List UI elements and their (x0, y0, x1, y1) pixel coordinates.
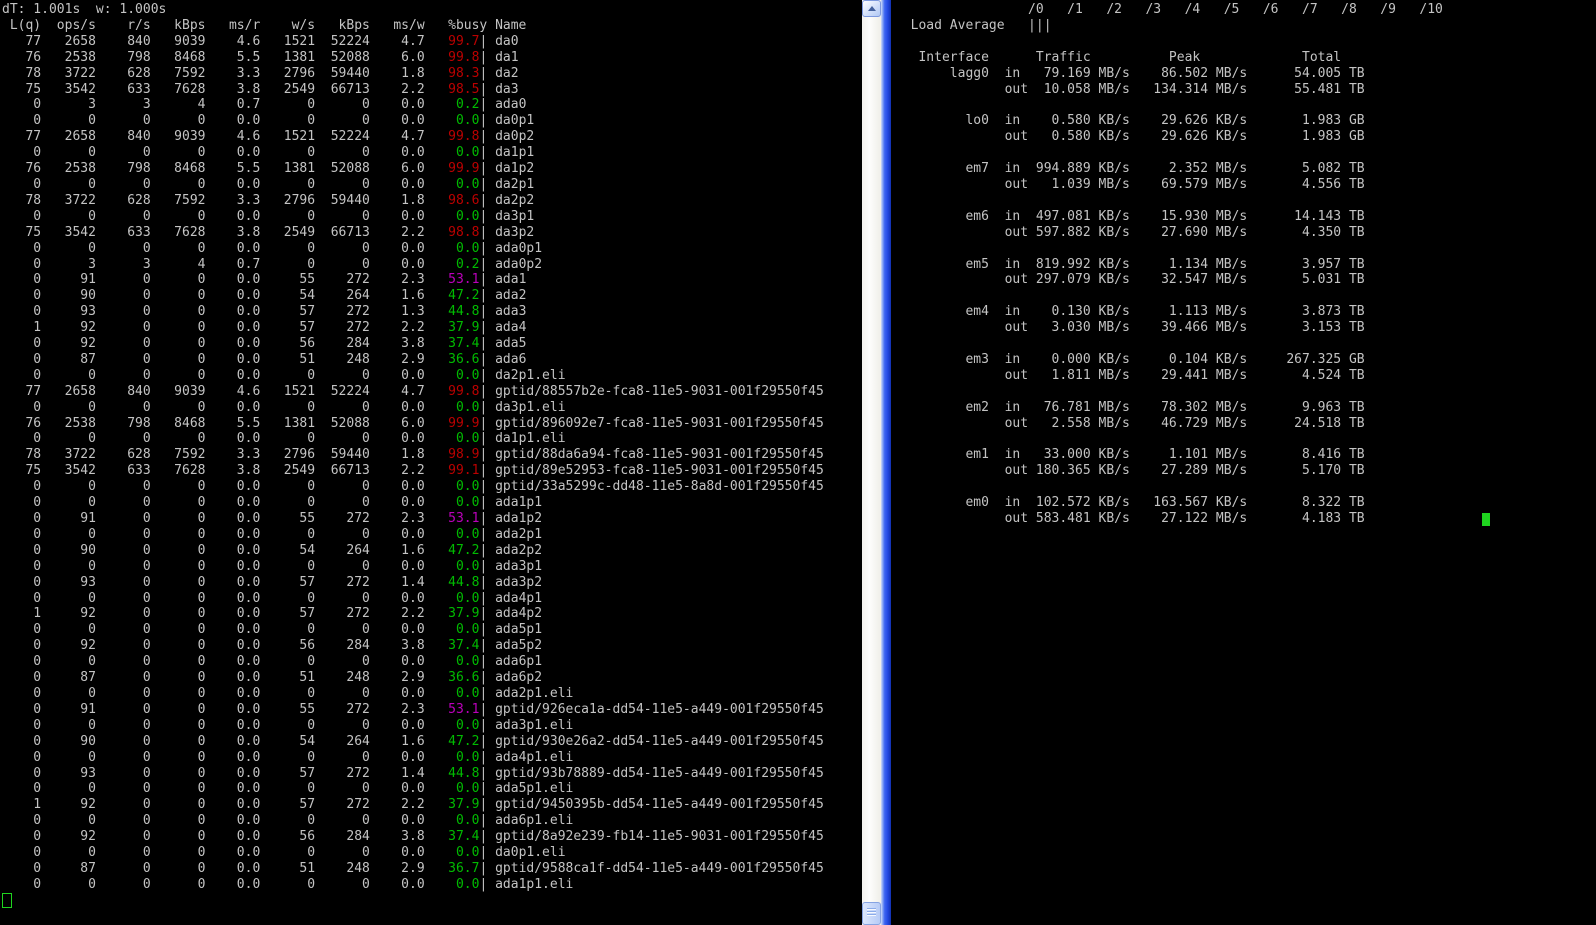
left-terminal-cursor (2, 892, 12, 908)
ifstat-output: /0 /1 /2 /3 /4 /5 /6 /7 /8 /9 /10 Load A… (891, 0, 1596, 527)
busy-value: 99.9 (424, 161, 480, 177)
busy-value: 0.0 (424, 685, 480, 701)
busy-value: 99.7 (424, 33, 480, 49)
busy-value: 36.6 (424, 351, 480, 367)
busy-value: 36.6 (424, 670, 480, 686)
busy-value: 0.0 (424, 495, 480, 511)
busy-value: 0.0 (424, 113, 480, 129)
busy-value: 0.0 (424, 526, 480, 542)
busy-value: 0.0 (424, 240, 480, 256)
left-terminal-scrollbar (862, 0, 881, 925)
busy-value: 37.4 (424, 638, 480, 654)
busy-value: 98.9 (424, 447, 480, 463)
busy-value: 0.0 (424, 845, 480, 861)
busy-value: 0.0 (424, 654, 480, 670)
chevron-up-icon (867, 6, 876, 11)
busy-value: 37.9 (424, 320, 480, 336)
right-terminal-cursor (1482, 513, 1490, 526)
busy-value: 37.4 (424, 829, 480, 845)
busy-value: 44.8 (424, 304, 480, 320)
busy-value: 98.8 (424, 224, 480, 240)
busy-value: 0.0 (424, 479, 480, 495)
busy-value: 37.4 (424, 336, 480, 352)
busy-value: 99.8 (424, 49, 480, 65)
busy-value: 0.0 (424, 781, 480, 797)
busy-value: 0.0 (424, 590, 480, 606)
busy-value: 0.0 (424, 399, 480, 415)
busy-value: 99.9 (424, 415, 480, 431)
desktop: dT: 1.001s w: 1.000s L(q) ops/s r/s kBps… (0, 0, 1596, 925)
busy-value: 44.8 (424, 765, 480, 781)
busy-value: 0.0 (424, 749, 480, 765)
busy-value: 37.9 (424, 797, 480, 813)
busy-value: 44.8 (424, 574, 480, 590)
busy-value: 99.1 (424, 463, 480, 479)
busy-value: 47.2 (424, 288, 480, 304)
busy-value: 0.0 (424, 431, 480, 447)
busy-value: 53.1 (424, 701, 480, 717)
scrollbar-up-button[interactable] (862, 0, 881, 17)
busy-value: 0.0 (424, 367, 480, 383)
busy-value: 0.0 (424, 622, 480, 638)
busy-value: 0.2 (424, 256, 480, 272)
busy-value: 37.9 (424, 606, 480, 622)
busy-value: 0.0 (424, 717, 480, 733)
busy-value: 0.0 (424, 813, 480, 829)
busy-value: 0.0 (424, 876, 480, 892)
scrollbar-thumb[interactable] (862, 902, 881, 925)
busy-value: 98.3 (424, 65, 480, 81)
busy-value: 47.2 (424, 542, 480, 558)
busy-value: 0.0 (424, 176, 480, 192)
busy-value: 99.8 (424, 129, 480, 145)
busy-value: 47.2 (424, 733, 480, 749)
busy-value: 53.1 (424, 511, 480, 526)
busy-value: 99.8 (424, 383, 480, 399)
gstat-terminal[interactable]: dT: 1.001s w: 1.000s L(q) ops/s r/s kBps… (0, 0, 862, 925)
window-border-divider (881, 0, 891, 925)
busy-value: 36.7 (424, 860, 480, 876)
scrollbar-grip-icon (867, 908, 876, 917)
busy-value: 0.2 (424, 97, 480, 113)
scrollbar-track[interactable] (862, 17, 881, 902)
busy-value: 0.0 (424, 208, 480, 224)
busy-value: 0.0 (424, 558, 480, 574)
busy-value: 53.1 (424, 272, 480, 288)
gstat-output: dT: 1.001s w: 1.000s L(q) ops/s r/s kBps… (0, 0, 862, 909)
ifstat-terminal[interactable]: /0 /1 /2 /3 /4 /5 /6 /7 /8 /9 /10 Load A… (891, 0, 1596, 925)
busy-value: 0.0 (424, 145, 480, 161)
busy-value: 98.5 (424, 81, 480, 97)
busy-value: 98.6 (424, 192, 480, 208)
